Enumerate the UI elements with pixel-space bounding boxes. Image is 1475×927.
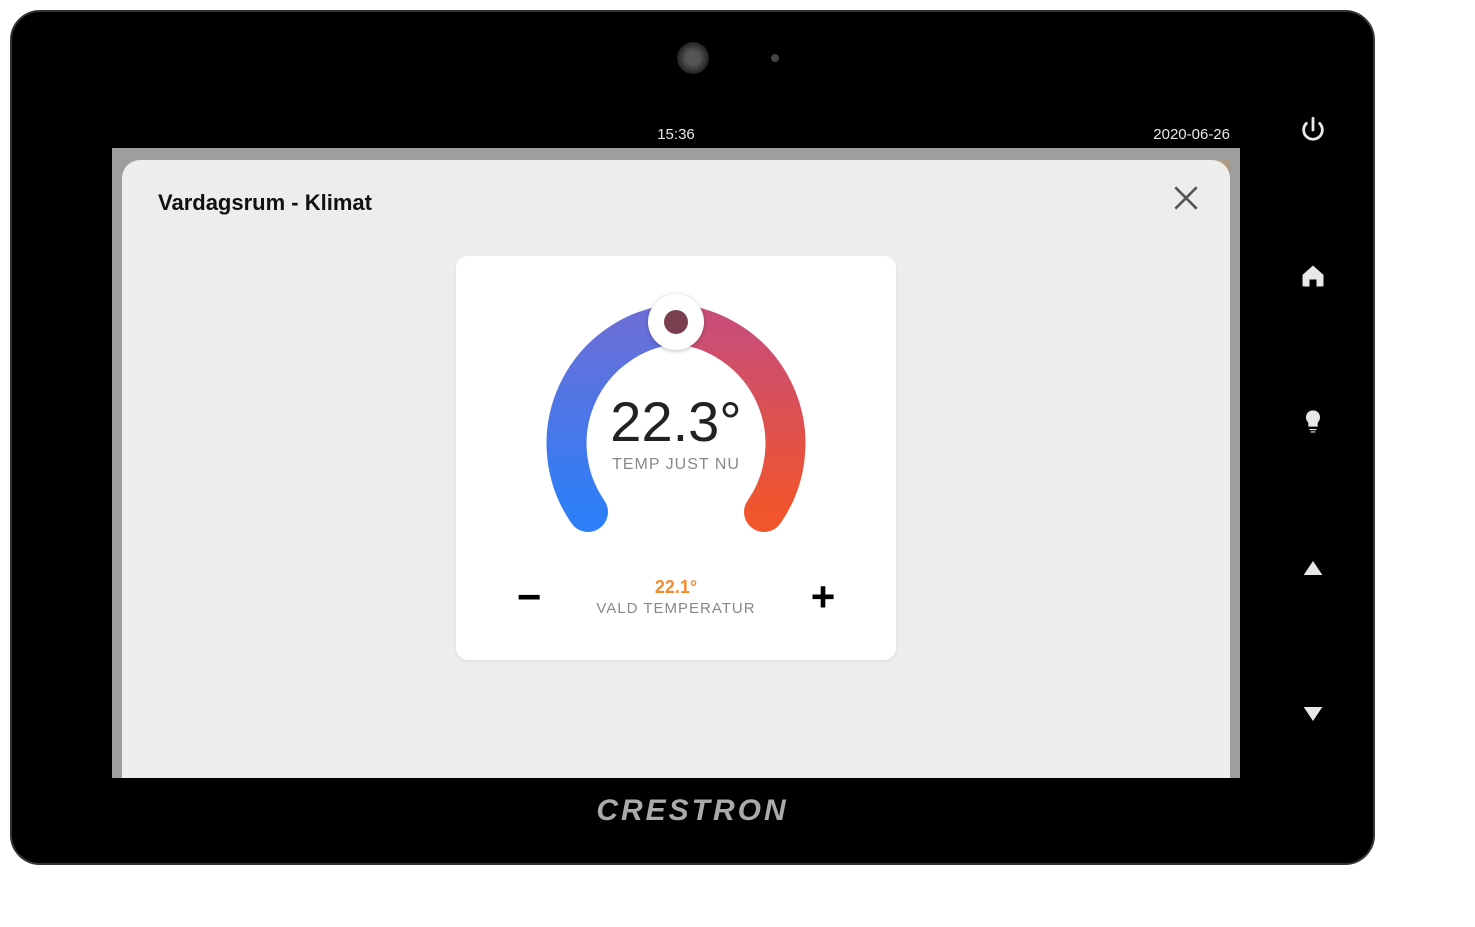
close-icon xyxy=(1170,182,1202,214)
status-bar: 15:36 2020-06-26 xyxy=(112,120,1240,148)
setpoint-readout: 22.1° VALD TEMPERATUR xyxy=(596,577,755,617)
power-icon xyxy=(1299,116,1327,144)
close-button[interactable] xyxy=(1170,182,1202,214)
lightbulb-icon xyxy=(1299,408,1327,436)
device-frame: 15:36 2020-06-26 Vardagsrum - Klimat xyxy=(10,10,1375,865)
current-temperature-label: TEMP JUST NU xyxy=(526,456,826,474)
gauge-center-readout: 22.3° TEMP JUST NU xyxy=(526,389,826,474)
brand-logo: CRESTRON xyxy=(596,794,788,828)
knob-dot-icon xyxy=(664,310,688,334)
home-button[interactable] xyxy=(1295,258,1331,294)
power-button[interactable] xyxy=(1295,112,1331,148)
triangle-down-icon xyxy=(1299,700,1327,728)
setpoint-temperature-value: 22.1° xyxy=(596,577,755,598)
triangle-up-icon xyxy=(1299,554,1327,582)
up-button[interactable] xyxy=(1295,550,1331,586)
increase-temperature-button[interactable]: + xyxy=(800,574,846,620)
modal-title: Vardagsrum - Klimat xyxy=(158,190,1194,216)
light-button[interactable] xyxy=(1295,404,1331,440)
home-icon xyxy=(1299,262,1327,290)
thermostat-card: 22.3° TEMP JUST NU − 22.1° VALD TEMPERAT… xyxy=(456,256,896,660)
down-button[interactable] xyxy=(1295,696,1331,732)
sensor-dot-icon xyxy=(771,54,779,62)
current-temperature-value: 22.3° xyxy=(526,389,826,454)
climate-modal: Vardagsrum - Klimat xyxy=(122,160,1230,778)
screen-area: 15:36 2020-06-26 Vardagsrum - Klimat xyxy=(112,120,1240,778)
hardware-button-panel xyxy=(1295,112,1331,732)
setpoint-temperature-label: VALD TEMPERATUR xyxy=(596,600,755,617)
status-time: 15:36 xyxy=(112,126,1240,143)
setpoint-controls: − 22.1° VALD TEMPERATUR + xyxy=(496,574,856,620)
camera-icon xyxy=(677,42,709,74)
gauge-knob[interactable] xyxy=(648,294,704,350)
status-date: 2020-06-26 xyxy=(1153,126,1230,143)
decrease-temperature-button[interactable]: − xyxy=(506,574,552,620)
temperature-gauge[interactable]: 22.3° TEMP JUST NU xyxy=(526,284,826,544)
